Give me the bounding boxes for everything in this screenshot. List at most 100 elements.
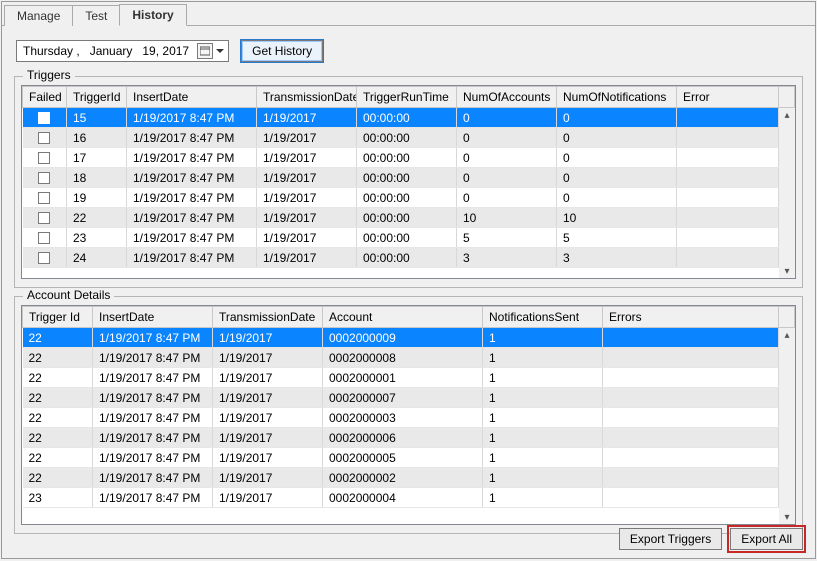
- dcol-transmissiondate[interactable]: TransmissionDate: [213, 307, 323, 328]
- col-insertdate[interactable]: InsertDate: [127, 87, 257, 108]
- dcol-insertdate[interactable]: InsertDate: [93, 307, 213, 328]
- table-row[interactable]: 161/19/2017 8:47 PM1/19/201700:00:0000: [23, 128, 795, 148]
- cell: 1: [483, 468, 603, 488]
- chevron-down-icon[interactable]: [216, 49, 224, 53]
- cell: 3: [557, 248, 677, 268]
- date-picker[interactable]: Thursday , January 19, 2017: [16, 40, 229, 62]
- col-numofnotifications[interactable]: NumOfNotifications: [557, 87, 677, 108]
- dcol-account[interactable]: Account: [323, 307, 483, 328]
- dcol-errors[interactable]: Errors: [603, 307, 779, 328]
- cell: 0002000008: [323, 348, 483, 368]
- col-triggerid[interactable]: TriggerId: [67, 87, 127, 108]
- failed-checkbox[interactable]: [38, 252, 50, 264]
- cell: [23, 208, 67, 228]
- tab-test[interactable]: Test: [72, 5, 120, 26]
- cell: [603, 348, 779, 368]
- triggers-group: Triggers Failed TriggerId InsertDate Tra…: [14, 76, 803, 288]
- table-row[interactable]: 231/19/2017 8:47 PM1/19/201700020000041: [23, 488, 795, 508]
- failed-checkbox[interactable]: [38, 172, 50, 184]
- table-row[interactable]: 231/19/2017 8:47 PM1/19/201700:00:0055: [23, 228, 795, 248]
- cell: 0: [557, 148, 677, 168]
- table-row[interactable]: 221/19/2017 8:47 PM1/19/201700020000091: [23, 328, 795, 348]
- table-row[interactable]: 221/19/2017 8:47 PM1/19/201700020000061: [23, 428, 795, 448]
- cell: 0: [457, 148, 557, 168]
- triggers-grid[interactable]: Failed TriggerId InsertDate Transmission…: [21, 85, 796, 279]
- cell: [677, 228, 779, 248]
- table-row[interactable]: 221/19/2017 8:47 PM1/19/201700:00:001010: [23, 208, 795, 228]
- account-details-grid[interactable]: Trigger Id InsertDate TransmissionDate A…: [21, 305, 796, 525]
- details-scrollbar[interactable]: ▴ ▾: [779, 328, 795, 524]
- cell: 0: [557, 108, 677, 128]
- triggers-header-row: Failed TriggerId InsertDate Transmission…: [23, 87, 795, 108]
- failed-checkbox[interactable]: [38, 192, 50, 204]
- cell: 0002000005: [323, 448, 483, 468]
- account-details-legend: Account Details: [23, 288, 114, 302]
- table-row[interactable]: 181/19/2017 8:47 PM1/19/201700:00:0000: [23, 168, 795, 188]
- scroll-down-icon[interactable]: ▾: [780, 264, 794, 278]
- cell: 5: [557, 228, 677, 248]
- triggers-scrollbar[interactable]: ▴ ▾: [779, 108, 795, 278]
- cell: 1/19/2017: [213, 368, 323, 388]
- cell: 16: [67, 128, 127, 148]
- col-transmissiondate[interactable]: TransmissionDate: [257, 87, 357, 108]
- cell: 1: [483, 348, 603, 368]
- cell: [677, 188, 779, 208]
- cell: 17: [67, 148, 127, 168]
- table-row[interactable]: 151/19/2017 8:47 PM1/19/201700:00:0000: [23, 108, 795, 128]
- cell: 1/19/2017: [213, 328, 323, 348]
- cell: 1/19/2017 8:47 PM: [127, 188, 257, 208]
- dcol-notificationssent[interactable]: NotificationsSent: [483, 307, 603, 328]
- col-failed[interactable]: Failed: [23, 87, 67, 108]
- cell: 22: [23, 428, 93, 448]
- scroll-up-icon[interactable]: ▴: [780, 328, 794, 342]
- table-row[interactable]: 221/19/2017 8:47 PM1/19/201700020000021: [23, 468, 795, 488]
- export-all-button[interactable]: Export All: [730, 528, 803, 550]
- calendar-icon[interactable]: [197, 43, 213, 59]
- failed-checkbox[interactable]: [38, 212, 50, 224]
- cell: 1/19/2017 8:47 PM: [93, 468, 213, 488]
- get-history-button[interactable]: Get History: [241, 40, 323, 62]
- table-row[interactable]: 221/19/2017 8:47 PM1/19/201700020000011: [23, 368, 795, 388]
- failed-checkbox[interactable]: [38, 152, 50, 164]
- table-row[interactable]: 221/19/2017 8:47 PM1/19/201700020000051: [23, 448, 795, 468]
- scroll-down-icon[interactable]: ▾: [780, 510, 794, 524]
- tab-manage[interactable]: Manage: [4, 5, 73, 26]
- failed-checkbox[interactable]: [38, 232, 50, 244]
- cell: [23, 148, 67, 168]
- cell: 1/19/2017: [257, 188, 357, 208]
- cell: 00:00:00: [357, 168, 457, 188]
- failed-checkbox[interactable]: [38, 112, 50, 124]
- cell: 22: [23, 368, 93, 388]
- cell: 23: [23, 488, 93, 508]
- cell: 1: [483, 328, 603, 348]
- details-header-row: Trigger Id InsertDate TransmissionDate A…: [23, 307, 795, 328]
- table-row[interactable]: 191/19/2017 8:47 PM1/19/201700:00:0000: [23, 188, 795, 208]
- table-row[interactable]: 241/19/2017 8:47 PM1/19/201700:00:0033: [23, 248, 795, 268]
- col-numofaccounts[interactable]: NumOfAccounts: [457, 87, 557, 108]
- cell: 1/19/2017 8:47 PM: [93, 428, 213, 448]
- cell: [603, 328, 779, 348]
- cell: 3: [457, 248, 557, 268]
- col-error[interactable]: Error: [677, 87, 779, 108]
- scroll-up-icon[interactable]: ▴: [780, 108, 794, 122]
- table-row[interactable]: 171/19/2017 8:47 PM1/19/201700:00:0000: [23, 148, 795, 168]
- cell: [677, 208, 779, 228]
- cell: 10: [557, 208, 677, 228]
- cell: 1/19/2017 8:47 PM: [127, 108, 257, 128]
- cell: 1/19/2017: [213, 408, 323, 428]
- table-row[interactable]: 221/19/2017 8:47 PM1/19/201700020000071: [23, 388, 795, 408]
- failed-checkbox[interactable]: [38, 132, 50, 144]
- cell: 22: [23, 348, 93, 368]
- cell: 0002000002: [323, 468, 483, 488]
- table-row[interactable]: 221/19/2017 8:47 PM1/19/201700020000081: [23, 348, 795, 368]
- cell: 15: [67, 108, 127, 128]
- cell: 19: [67, 188, 127, 208]
- table-row[interactable]: 221/19/2017 8:47 PM1/19/201700020000031: [23, 408, 795, 428]
- col-triggerruntime[interactable]: TriggerRunTime: [357, 87, 457, 108]
- cell: [677, 148, 779, 168]
- tab-history[interactable]: History: [119, 4, 186, 26]
- dcol-triggerid[interactable]: Trigger Id: [23, 307, 93, 328]
- cell: [677, 108, 779, 128]
- export-triggers-button[interactable]: Export Triggers: [619, 528, 722, 550]
- cell: 1: [483, 448, 603, 468]
